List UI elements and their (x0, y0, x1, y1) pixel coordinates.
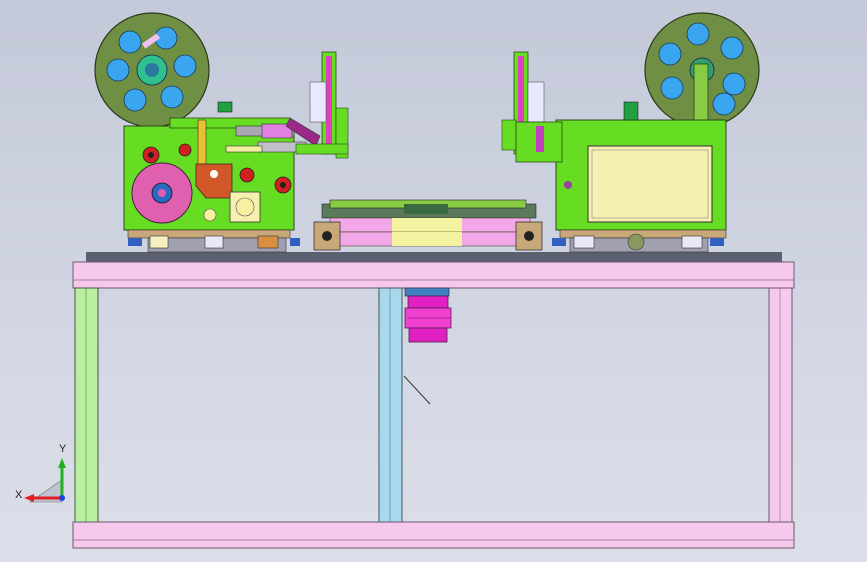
frame-top-beam (72, 261, 795, 289)
right-labeler (501, 12, 760, 253)
cad-viewport[interactable]: Y X (0, 0, 867, 562)
right-label-panel (587, 145, 713, 223)
axis-label-x: X (15, 489, 23, 501)
frame-bottom-beam (72, 521, 795, 549)
center-conveyor (313, 199, 543, 251)
axis-triad (24, 458, 66, 503)
frame-left-leg (74, 287, 99, 523)
machine-drawing (24, 12, 795, 549)
left-labeler (94, 12, 349, 253)
drive-motor (404, 287, 452, 343)
frame-top-plate (86, 252, 782, 262)
axis-label-y: Y (59, 443, 67, 455)
frame-right-leg (768, 287, 793, 523)
frame-center-post (378, 287, 403, 523)
